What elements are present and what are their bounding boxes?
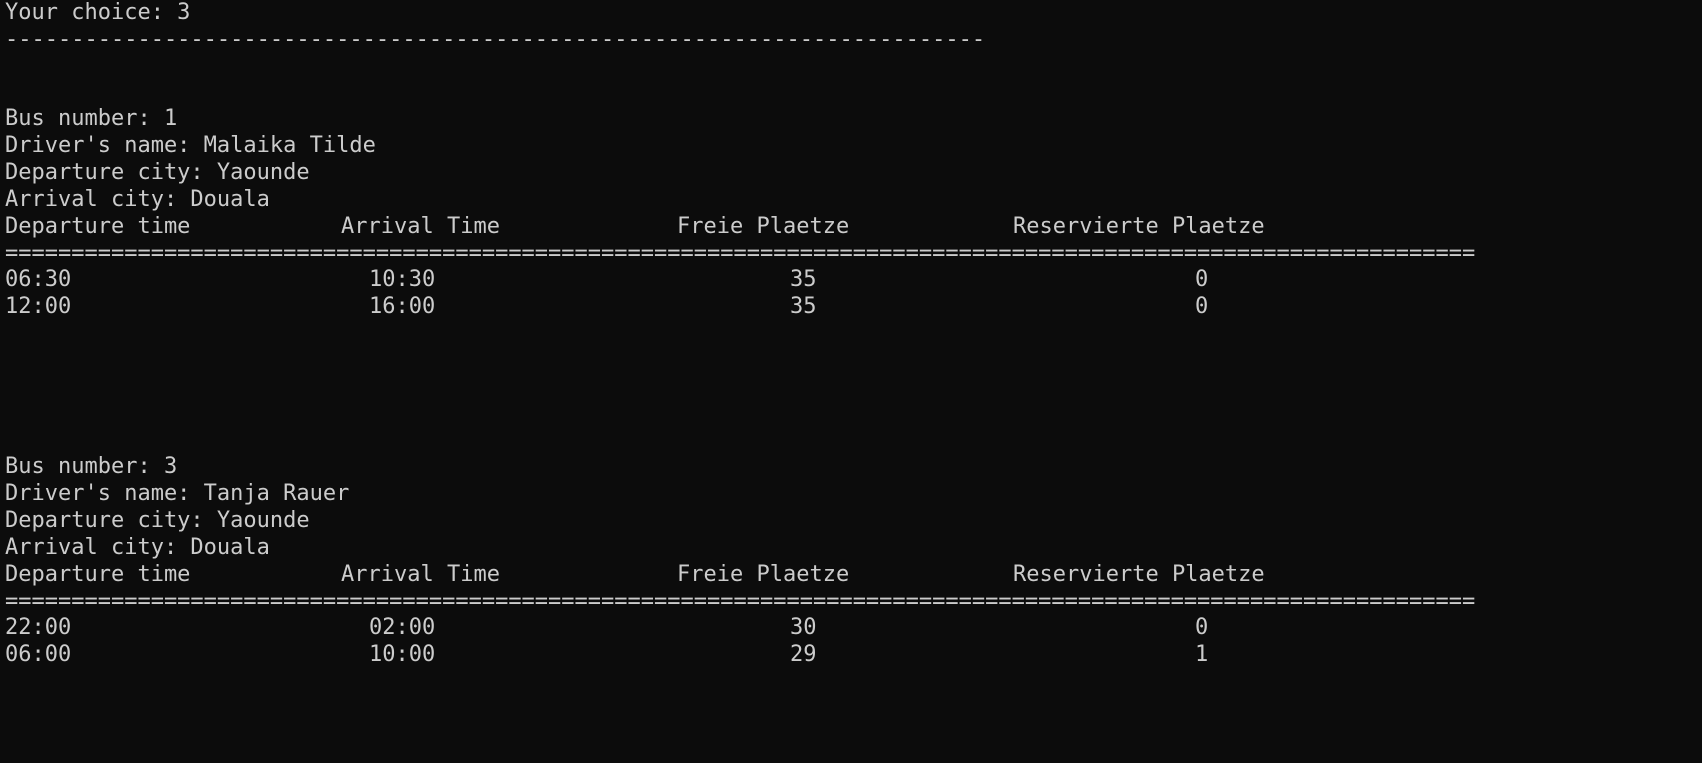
- row-departure: 06:00: [5, 642, 72, 667]
- row-arrival: 10:30: [369, 267, 436, 292]
- bus-number: Bus number: 3: [5, 454, 178, 479]
- equals-separator: ========================================…: [5, 589, 1476, 614]
- row-reserved: 0: [1195, 615, 1209, 640]
- header-free-seats: Freie Plaetze: [677, 562, 850, 587]
- row-reserved: 0: [1195, 294, 1209, 319]
- header-departure-time: Departure time: [5, 214, 191, 239]
- dash-separator: ----------------------------------------…: [5, 27, 986, 52]
- row-free: 35: [790, 267, 817, 292]
- equals-separator: ========================================…: [5, 241, 1476, 266]
- header-free-seats: Freie Plaetze: [677, 214, 850, 239]
- driver-name: Driver's name: Tanja Rauer: [5, 481, 350, 506]
- header-departure-time: Departure time: [5, 562, 191, 587]
- departure-city: Departure city: Yaounde: [5, 508, 310, 533]
- departure-city: Departure city: Yaounde: [5, 160, 310, 185]
- row-departure: 22:00: [5, 615, 72, 640]
- header-reserved-seats: Reservierte Plaetze: [1013, 562, 1265, 587]
- row-reserved: 0: [1195, 267, 1209, 292]
- row-reserved: 1: [1195, 642, 1209, 667]
- row-arrival: 02:00: [369, 615, 436, 640]
- driver-name: Driver's name: Malaika Tilde: [5, 133, 376, 158]
- row-free: 35: [790, 294, 817, 319]
- row-free: 30: [790, 615, 817, 640]
- terminal-window[interactable]: Your choice: 3 -------------------------…: [0, 0, 1702, 763]
- header-arrival-time: Arrival Time: [341, 562, 500, 587]
- arrival-city: Arrival city: Douala: [5, 535, 270, 560]
- row-free: 29: [790, 642, 817, 667]
- row-departure: 06:30: [5, 267, 72, 292]
- bus-number: Bus number: 1: [5, 106, 178, 131]
- choice-line: Your choice: 3: [5, 0, 191, 25]
- header-arrival-time: Arrival Time: [341, 214, 500, 239]
- row-arrival: 10:00: [369, 642, 436, 667]
- row-arrival: 16:00: [369, 294, 436, 319]
- arrival-city: Arrival city: Douala: [5, 187, 270, 212]
- row-departure: 12:00: [5, 294, 72, 319]
- header-reserved-seats: Reservierte Plaetze: [1013, 214, 1265, 239]
